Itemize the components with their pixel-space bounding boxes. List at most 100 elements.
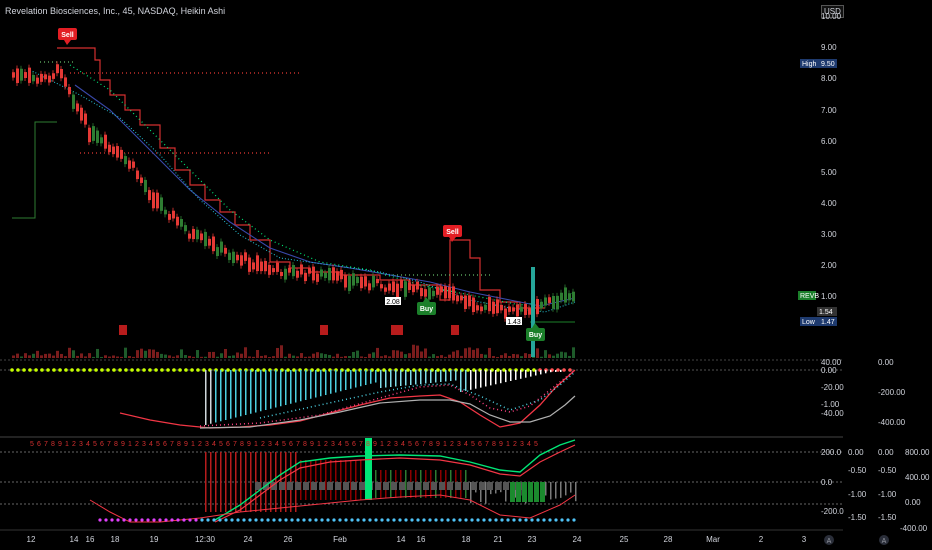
count-digit: 4	[401, 441, 405, 448]
pane3-right-tick-1: 800.00	[905, 448, 930, 457]
pane3-dot	[296, 518, 300, 522]
signal-dot	[436, 368, 440, 372]
volume-bar	[208, 351, 211, 358]
count-digit: 9	[121, 441, 125, 448]
candle-body	[476, 305, 479, 311]
candle-body	[484, 304, 487, 310]
candle-body	[120, 149, 123, 159]
price-tick: 7.00	[821, 106, 837, 115]
count-digit: 4	[149, 441, 153, 448]
count-digit: 3	[205, 441, 209, 448]
count-digit: 6	[226, 441, 230, 448]
volume-bar	[436, 356, 439, 358]
price-tick: 6.00	[821, 137, 837, 146]
hist-bar	[325, 370, 327, 395]
signal-dot	[178, 368, 182, 372]
pane3-dot	[164, 518, 168, 522]
pane3-dot	[512, 518, 516, 522]
hist-bar	[365, 370, 367, 385]
candle-body	[336, 271, 339, 281]
price-tick: 3.00	[821, 230, 837, 239]
chart-canvas[interactable]: Sell Sell Buy Buy 2.08 1.43 567891234567…	[0, 0, 932, 550]
pane3-dot	[506, 518, 510, 522]
volume-bar	[220, 353, 223, 358]
signal-dot	[346, 368, 350, 372]
candle-body	[240, 255, 243, 266]
candle-body	[288, 267, 291, 273]
candle-body	[76, 103, 79, 112]
count-digit: 8	[303, 441, 307, 448]
pane3-dot	[314, 518, 318, 522]
hist-bar	[220, 370, 222, 422]
pane2-axis[interactable]: 40.00 0.00 -20.00 -1.00 -40.00 0.00 -200…	[821, 358, 906, 427]
candle-body	[144, 179, 147, 193]
pane3-dot	[536, 518, 540, 522]
time-axis[interactable]: 12 14 16 18 19 12:30 24 26 Feb 14 16 18 21 23 24 25 28 Ma…	[27, 535, 807, 544]
count-digit: 8	[366, 441, 370, 448]
hist-bar	[430, 370, 432, 383]
hist-bar	[315, 370, 317, 398]
hist-bar	[375, 370, 377, 383]
pane3-axis[interactable]: 200.0 0.0 -200.0 0.00 -0.50 -1.00 -1.50 …	[821, 448, 930, 533]
hist-bar	[480, 370, 482, 388]
hist3-green	[528, 482, 533, 502]
count-digit: 2	[450, 441, 454, 448]
pane2-left-tick-4: -1.00	[821, 400, 840, 409]
volume-bar	[100, 356, 103, 358]
count-digit: 5	[156, 441, 160, 448]
pane3-left-tick-3: -200.0	[821, 507, 844, 516]
signal-dot	[226, 368, 230, 372]
volume-bar	[268, 356, 271, 358]
pane3-mid-tick-2: -0.50	[848, 466, 867, 475]
hist3-bar	[235, 452, 237, 512]
pane3-dot	[206, 518, 210, 522]
hist3-green	[534, 482, 539, 502]
hist-bar	[305, 370, 307, 400]
hist-bar	[330, 370, 332, 394]
volume-bar	[384, 355, 387, 358]
pane2-right-tick-1: 0.00	[878, 358, 894, 367]
signal-dot	[112, 368, 116, 372]
volume-bar	[80, 353, 83, 358]
candle-body	[300, 264, 303, 275]
volume-bar	[216, 356, 219, 358]
buy-signal-1[interactable]: Buy	[417, 297, 436, 315]
volume-bar	[360, 356, 363, 358]
candle-body	[412, 284, 415, 293]
volume-bar	[400, 351, 403, 358]
signal-dot	[100, 368, 104, 372]
buy-signal-1-label: Buy	[420, 306, 433, 313]
signal-dot	[562, 368, 566, 372]
volume-bar	[76, 355, 79, 358]
volume-bar	[224, 349, 227, 358]
sell-signal-1[interactable]: Sell	[58, 28, 77, 45]
pane3-dot	[524, 518, 528, 522]
hist3-bar	[320, 460, 322, 500]
signal-dot	[46, 368, 50, 372]
candle-body	[16, 68, 19, 84]
volume-bar	[480, 353, 483, 358]
volume-bar	[212, 351, 215, 358]
price-axis[interactable]: 10.00 9.00 8.00 7.00 6.00 5.00 4.00 3.00 2.00 1.0…	[821, 12, 842, 301]
volume-bar	[504, 353, 507, 358]
candle-body	[348, 275, 351, 291]
pane3-lower-red-line	[89, 494, 576, 523]
candle-body	[192, 228, 195, 240]
auto-scale-icon-2-label: A	[882, 538, 887, 545]
alert-marker-2	[320, 325, 328, 335]
volume-bar	[508, 356, 511, 358]
volume-bar	[556, 353, 559, 358]
time-tick: 18	[462, 535, 471, 544]
hist3-bar	[205, 452, 207, 512]
signal-dot	[10, 368, 14, 372]
candle-body	[324, 272, 327, 278]
volume-bar	[160, 353, 163, 358]
count-digit: 7	[44, 441, 48, 448]
volume-bar	[48, 353, 51, 358]
count-digit: 3	[457, 441, 461, 448]
hist-bar	[275, 370, 277, 408]
buy-signal-2[interactable]: Buy	[526, 323, 545, 341]
auto-scale-icon-label: A	[827, 538, 832, 545]
candle-body	[252, 262, 255, 270]
volume-bar	[332, 356, 335, 358]
